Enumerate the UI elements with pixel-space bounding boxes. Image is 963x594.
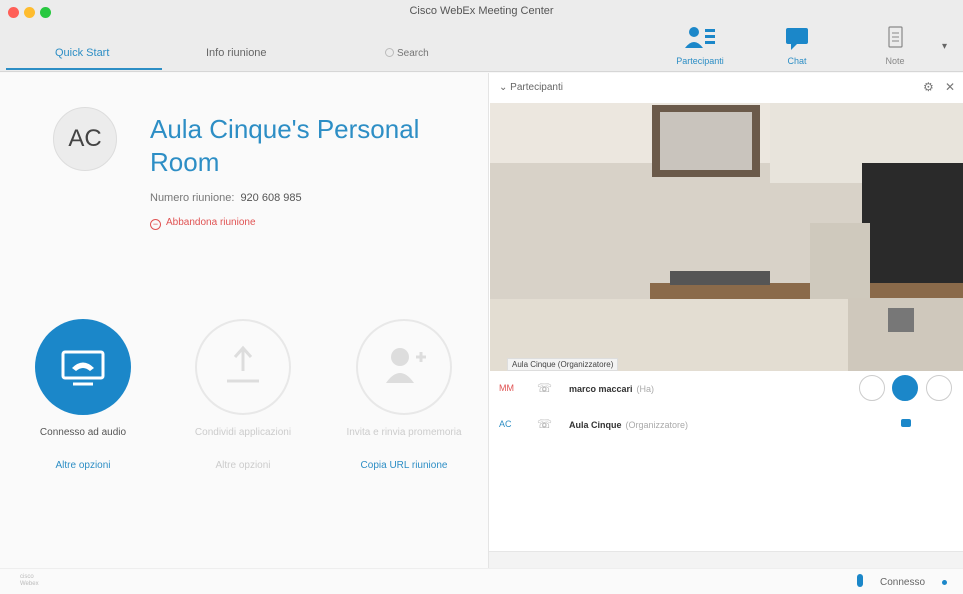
connection-indicator <box>942 580 947 585</box>
leave-icon: − <box>150 219 161 230</box>
gear-icon[interactable]: ⚙ <box>923 80 934 94</box>
share-application-button[interactable] <box>195 319 291 415</box>
invite-button[interactable] <box>356 319 452 415</box>
share-upload-icon <box>227 345 259 383</box>
active-tab-indicator <box>6 68 162 70</box>
room-name: Aula Cinque's Personal Room <box>150 114 420 177</box>
share-application-label: Condividi applicazioni <box>194 427 292 438</box>
participants-panel-header[interactable]: ⌄ Partecipanti <box>499 82 563 93</box>
participant-name: Aula Cinque (Organizzatore) <box>569 420 688 430</box>
camera-icon <box>901 419 911 427</box>
leave-meeting-link[interactable]: − Abbandona riunione <box>150 217 256 230</box>
phone-icon: ☏ <box>537 381 553 395</box>
audio-connected-icon <box>61 350 105 386</box>
tab-meeting-info[interactable]: Info riunione <box>206 47 267 59</box>
chat-button[interactable]: Chat <box>762 24 832 68</box>
audio-connection-label: Connesso ad audio <box>39 427 127 438</box>
window-title: Cisco WebEx Meeting Center <box>409 5 554 17</box>
participant-name-text: Aula Cinque <box>569 420 622 430</box>
participant-avatar: MM <box>499 383 514 393</box>
audio-more-options-link[interactable]: Altre opzioni <box>13 460 153 471</box>
notes-button-label: Note <box>885 56 905 66</box>
participant-role: (Organizzatore) <box>625 420 689 430</box>
share-more-options-link: Altre opzioni <box>215 460 271 471</box>
logo-line-2: Webex <box>20 581 39 587</box>
participants-panel-title: Partecipanti <box>510 82 563 93</box>
phone-icon: ☏ <box>537 417 553 431</box>
participant-role: (Ha) <box>636 384 655 394</box>
video-speaker-label: Aula Cinque (Organizzatore) <box>507 358 619 371</box>
participants-button-label: Partecipanti <box>676 56 724 66</box>
tab-quick-start[interactable]: Quick Start <box>55 47 109 59</box>
window-titlebar: Cisco WebEx Meeting Center <box>0 0 963 20</box>
connection-status: Connesso <box>880 577 926 588</box>
meeting-number: Numero riunione: 920 608 985 <box>150 192 302 204</box>
participants-panel: ⌄ Partecipanti ⚙ ✕ Aula Cinque (Organizz… <box>488 73 963 568</box>
video-feed <box>490 103 963 371</box>
microphone-button[interactable] <box>859 375 885 401</box>
cisco-webex-logo: cisco Webex <box>20 574 39 588</box>
meeting-number-label: Numero riunione: <box>150 192 235 204</box>
chat-button-label: Chat <box>787 56 807 66</box>
audio-connection-button[interactable] <box>35 319 131 415</box>
mute-button[interactable] <box>926 375 952 401</box>
room-avatar: AC <box>53 107 117 171</box>
leave-meeting-label: Abbandona riunione <box>166 217 256 228</box>
participant-name-text: marco maccari <box>569 384 633 394</box>
participant-avatar: AC <box>499 419 512 429</box>
chat-icon <box>786 28 808 50</box>
main-toolbar: Quick Start Info riunione Partecipanti C… <box>0 20 963 72</box>
microphone-icon[interactable] <box>857 574 863 587</box>
participants-button[interactable]: Partecipanti <box>665 24 735 68</box>
participant-row[interactable]: AC ☏ Aula Cinque (Organizzatore) <box>489 411 963 441</box>
notes-button[interactable]: Note <box>860 24 930 68</box>
close-icon[interactable]: ✕ <box>945 80 955 94</box>
chat-panel-header[interactable] <box>489 551 963 568</box>
video-button[interactable] <box>892 375 918 401</box>
copy-meeting-url-link[interactable]: Copia URL riunione <box>334 460 474 471</box>
participant-name: marco maccari (Ha) <box>569 384 654 394</box>
quick-start-pane: AC Aula Cinque's Personal Room Numero ri… <box>0 73 488 568</box>
notes-icon <box>888 26 903 48</box>
video-frame-image <box>490 103 963 371</box>
status-bar: cisco Webex Connesso <box>0 568 963 594</box>
participants-icon <box>685 27 715 48</box>
search-input[interactable] <box>383 45 493 61</box>
collapse-chevron-icon: ⌄ <box>499 82 511 93</box>
logo-line-1: cisco <box>20 574 34 580</box>
participant-row[interactable]: MM ☏ marco maccari (Ha) <box>489 375 963 405</box>
meeting-number-value: 920 608 985 <box>240 192 302 204</box>
invite-label: Invita e rinvia promemoria <box>346 427 462 438</box>
more-options-icon[interactable]: ▾ <box>942 41 947 52</box>
add-person-icon <box>386 348 426 383</box>
